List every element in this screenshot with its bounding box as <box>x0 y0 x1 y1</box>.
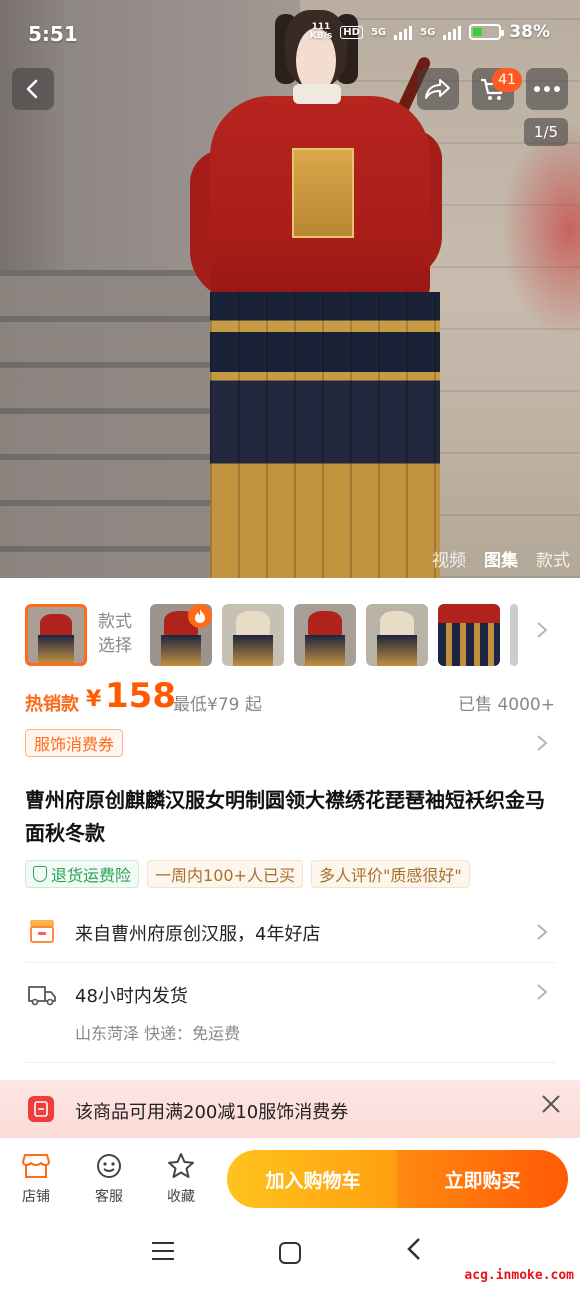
chevron-left-icon <box>407 1238 420 1260</box>
coupon-icon <box>28 1096 54 1122</box>
promo-text: 该商品可用满200减10服饰消费券 <box>75 1102 349 1123</box>
style-thumbnail-strip <box>0 596 580 670</box>
status-bar: 5:51 111 KB/s HD 5G 5G 38% <box>0 0 580 70</box>
close-icon <box>542 1095 560 1113</box>
watermark: acg.inmoke.com <box>464 1268 574 1283</box>
clock: 5:51 <box>28 22 78 46</box>
price-row: 热销款 ¥ 158 最低¥79 起 已售 4000+ <box>25 676 555 722</box>
currency-symbol: ¥ <box>86 687 102 712</box>
add-to-cart-button[interactable]: 加入购物车 <box>227 1150 399 1208</box>
style-thumbnail-partial[interactable] <box>510 604 518 666</box>
hd-icon: HD <box>340 25 363 39</box>
coupon-tag[interactable]: 服饰消费券 <box>25 729 124 757</box>
style-thumbnail[interactable] <box>366 604 428 666</box>
return-shipping-insurance-tag[interactable]: 退货运费险 <box>25 860 140 888</box>
store-icon <box>25 914 59 948</box>
shipping-origin-fee: 山东菏泽 快递：免运费 <box>75 1024 241 1043</box>
shield-check-icon <box>33 866 47 882</box>
review-highlight-tag[interactable]: 多人评价"质感很好" <box>310 860 470 888</box>
sim2-5g-label: 5G <box>420 26 436 38</box>
battery-percent: 38% <box>509 22 550 42</box>
divider <box>25 1062 555 1063</box>
tab-video[interactable]: 视频 <box>432 546 466 571</box>
hot-sale-label: 热销款 <box>25 694 79 715</box>
product-title: 曹州府原创麒麟汉服女明制圆领大襟绣花琵琶袖短袄织金马面秋冬款 <box>25 788 545 845</box>
close-banner-button[interactable] <box>540 1092 562 1122</box>
battery-icon <box>469 24 505 40</box>
truck-icon <box>25 978 59 1012</box>
network-speed: 111 KB/s <box>309 22 333 41</box>
shipping-time: 48小时内发货 <box>75 986 188 1007</box>
share-button[interactable] <box>417 68 459 110</box>
tab-styles[interactable]: 款式 <box>536 546 570 571</box>
chevron-right-icon <box>536 982 548 1007</box>
chat-face-icon <box>97 1154 121 1178</box>
lowest-price: 最低¥79 起 <box>173 695 262 715</box>
chevron-right-icon[interactable] <box>536 620 548 645</box>
sold-count: 已售 4000+ <box>458 695 555 715</box>
shop-info-row[interactable]: 来自曹州府原创汉服，4年好店 <box>25 910 555 954</box>
product-tags: 退货运费险 一周内100+人已买 多人评价"质感很好" <box>25 860 470 888</box>
sim1-5g-label: 5G <box>370 26 387 38</box>
bottom-action-bar: 店铺 客服 收藏 加入购物车 立即购买 <box>0 1138 580 1218</box>
image-counter: 1/5 <box>524 118 568 146</box>
buy-now-button[interactable]: 立即购买 <box>397 1150 568 1208</box>
model-figure <box>190 0 450 578</box>
style-thumbnail[interactable] <box>222 604 284 666</box>
media-tabs: 视频 图集 款式 <box>432 546 570 571</box>
share-icon <box>425 79 450 99</box>
home-button[interactable] <box>279 1242 301 1264</box>
style-thumbnail[interactable] <box>294 604 356 666</box>
white-collar <box>293 84 341 104</box>
style-thumbnail[interactable] <box>438 604 500 666</box>
red-blur-background <box>500 120 580 340</box>
recent-apps-button[interactable] <box>152 1242 174 1260</box>
back-button[interactable] <box>12 68 54 110</box>
store-icon <box>21 1154 51 1178</box>
system-back-button[interactable] <box>405 1236 423 1269</box>
style-select-label[interactable]: 款式 选择 <box>98 610 132 658</box>
flame-icon <box>188 604 212 628</box>
chevron-left-icon <box>26 79 38 99</box>
status-icons: 111 KB/s HD 5G 5G 38% <box>310 22 550 42</box>
chevron-right-icon <box>536 922 548 947</box>
divider <box>25 962 555 963</box>
signal-icon <box>443 24 462 40</box>
style-thumbnail-selected[interactable] <box>25 604 87 666</box>
star-icon <box>168 1153 194 1178</box>
chevron-right-icon[interactable] <box>536 733 548 758</box>
gold-embroidery-panel <box>292 148 354 238</box>
more-dots-icon <box>534 86 560 92</box>
price-value: 158 <box>105 676 176 716</box>
tab-gallery[interactable]: 图集 <box>484 546 518 571</box>
coupon-promo-banner[interactable]: 该商品可用满200减10服饰消费券 <box>0 1080 580 1138</box>
battery-fill <box>473 28 483 36</box>
shipping-info-row[interactable]: 48小时内发货 山东菏泽 快递：免运费 <box>25 972 555 1052</box>
more-options-button[interactable] <box>526 68 568 110</box>
cart-count-badge: 41 <box>492 68 522 92</box>
shop-name: 来自曹州府原创汉服，4年好店 <box>75 924 321 945</box>
favorite-button[interactable]: 收藏 <box>156 1152 206 1206</box>
shop-button[interactable]: 店铺 <box>11 1152 61 1206</box>
buyers-count-tag[interactable]: 一周内100+人已买 <box>147 860 303 888</box>
customer-service-button[interactable]: 客服 <box>84 1152 134 1206</box>
mamian-skirt <box>210 292 440 578</box>
signal-icon <box>394 24 413 40</box>
